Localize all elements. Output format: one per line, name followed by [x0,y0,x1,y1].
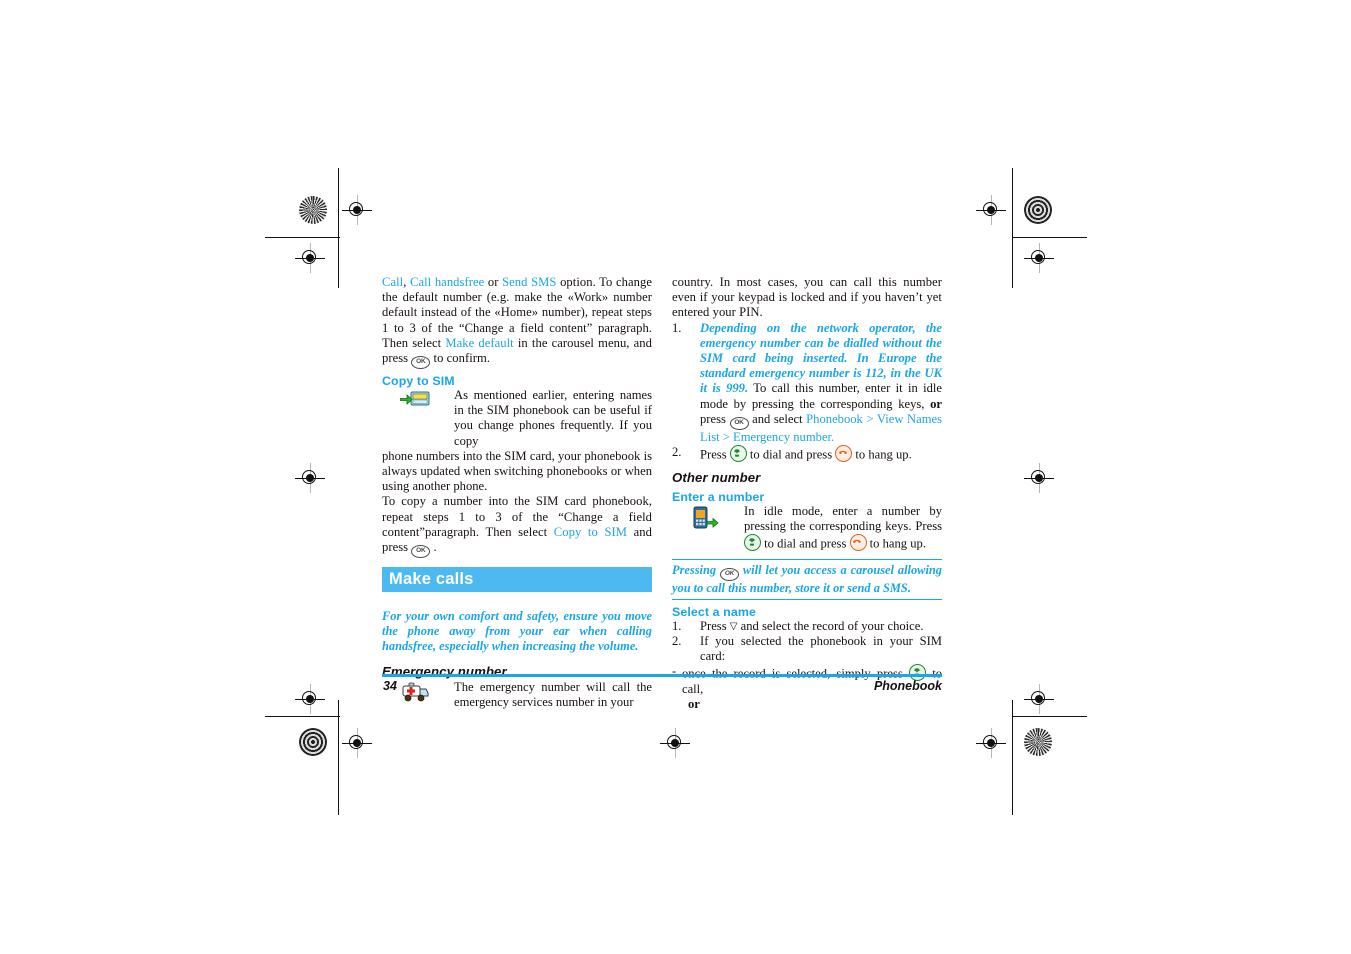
select-item-1: 1. Press ▽ and select the record of your … [672,619,942,634]
rosette-mark-top-right [1024,196,1052,224]
manual-page: Call, Call handsfree or Send SMS option.… [382,275,942,711]
enter-number-text-b: to dial and press [764,536,847,551]
heading-copy-to-sim: Copy to SIM [382,374,455,389]
item-1-rest-b: press [700,411,726,426]
registration-mark-top-left [342,195,372,225]
ok-key-icon: OK [729,416,749,430]
enter-a-number-block: In idle mode, enter a number by pressing… [672,504,942,552]
crop-line-left-vertical-lower [338,700,339,815]
crop-line-bottomright-horizontal [1012,716,1087,717]
paragraph-copy-number: To copy a number into the SIM card phone… [382,494,652,559]
ok-key-icon: OK [411,545,431,559]
registration-mark-mid-left [295,463,325,493]
copy-number-tail: . [433,540,437,555]
two-column-layout: Call, Call handsfree or Send SMS option.… [382,275,942,713]
dash-bullet: - [672,664,677,679]
link-emergency-number[interactable]: Emergency number [733,430,831,444]
registration-mark-upper-right [1024,243,1054,273]
registration-mark-upper-left [295,243,325,273]
carousel-note: Pressing OK will let you access a carous… [672,558,942,600]
select-item-2: 2. If you selected the phonebook in your … [672,634,942,664]
heading-other-number: Other number [672,469,761,485]
numbered-item-1: 1. Depending on the network operator, the… [672,321,942,445]
registration-mark-bottom-left [342,728,372,758]
item-1-number: 1. [672,320,682,335]
ambulance-icon [400,682,430,709]
link-call-handsfree[interactable]: Call handsfree [410,275,484,289]
gt-separator-1: > [862,411,877,426]
registration-mark-top-right [976,195,1006,225]
registration-mark-bottom-right [976,728,1006,758]
select-2-number: 2. [672,634,682,649]
copy-to-sim-icon [399,390,430,415]
crop-line-topleft-horizontal [265,237,340,238]
item-2-text-a: Press [700,447,727,462]
rosette-mark-bottom-right [1024,728,1052,756]
select-1-text-b: and select the record of your choice. [740,618,924,633]
select-or-text: or [688,697,700,712]
item-1-rest-c: and select [752,411,803,426]
left-column: Call, Call handsfree or Send SMS option.… [382,275,652,713]
link-phonebook[interactable]: Phonebook [806,412,863,426]
crop-line-bottomleft-horizontal [265,716,340,717]
link-make-default[interactable]: Make default [445,336,513,350]
ok-key-icon: OK [411,356,431,370]
call-key-icon [729,445,747,463]
footer-rule [382,674,942,677]
rosette-mark-top-left [299,196,327,224]
enter-number-text-c: to hang up. [869,536,926,551]
registration-mark-lower-right [1024,684,1054,714]
registration-mark-lower-left [295,684,325,714]
copy-to-sim-text-continued: phone numbers into the SIM card, your ph… [382,448,652,494]
sep-comma: , [403,275,411,289]
copy-to-sim-text-indented: As mentioned earlier, entering names in … [454,388,652,448]
sep-or: or [484,275,503,289]
paragraph-default-number-tail2: to confirm. [433,351,491,366]
footer-section-name: Phonebook [873,679,942,693]
registration-mark-mid-right [1024,463,1054,493]
section-heading-make-calls: Make calls [382,567,652,593]
crop-line-left-vertical [338,168,339,288]
item-1-period: . [831,429,835,444]
emergency-number-text: The emergency number will call the emerg… [454,680,652,710]
link-send-sms[interactable]: Send SMS [502,275,556,289]
hangup-key-icon [835,445,853,463]
phone-dial-icon [690,506,720,535]
heading-select-a-name: Select a name [672,604,756,619]
registration-mark-bottom-center [660,728,690,758]
crop-line-right-vertical [1012,168,1013,288]
call-key-icon [744,534,761,552]
enter-a-number-text: In idle mode, enter a number by pressing… [744,504,942,552]
item-2-text-c: to hang up. [855,447,912,462]
item-1-bold-or: or [930,396,942,411]
numbered-item-2: 2. Press to dial and press to hang up. [672,445,942,463]
hangup-key-icon [849,534,867,552]
paragraph-country-continued: country. In most cases, you can call thi… [672,275,942,320]
item-2-text-b: to dial and press [749,447,833,462]
select-2-text: If you selected the phonebook in your SI… [700,634,942,664]
select-1-text-a: Press [700,618,727,633]
item-2-number: 2. [672,445,682,460]
heading-enter-a-number: Enter a number [672,489,765,504]
copy-to-sim-block: As mentioned earlier, entering names in … [382,388,652,494]
crop-line-topright-horizontal [1012,237,1087,238]
footer-page-number: 34 [383,679,397,693]
link-copy-to-sim[interactable]: Copy to SIM [554,525,627,539]
gt-separator-2: > [719,429,733,444]
select-or-line: or [672,697,942,712]
link-call[interactable]: Call [382,275,403,289]
note-text-a: Pressing [672,562,717,577]
safety-note: For your own comfort and safety, ensure … [382,609,652,654]
enter-number-text-a: In idle mode, enter a number by pressing… [744,503,942,533]
crop-line-right-vertical-lower [1012,700,1013,815]
ok-key-icon: OK [720,567,739,581]
right-column: country. In most cases, you can call thi… [672,275,942,713]
select-1-number: 1. [672,618,682,633]
down-arrow-key-icon: ▽ [729,620,738,632]
emergency-number-block: The emergency number will call the emerg… [382,680,652,712]
rosette-mark-bottom-left [299,728,327,756]
paragraph-default-number: Call, Call handsfree or Send SMS option.… [382,275,652,370]
